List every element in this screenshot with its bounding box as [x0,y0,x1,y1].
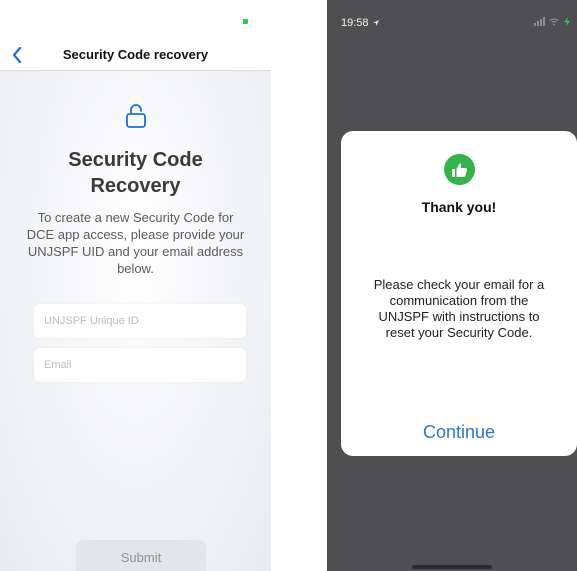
navigation-bar: Security Code recovery [0,40,271,71]
back-button[interactable] [8,45,26,65]
nav-title: Security Code recovery [62,47,209,62]
unlock-icon [126,103,146,129]
chevron-left-icon [12,47,22,63]
status-icons [534,16,571,26]
page-title: Security Code Recovery [68,149,203,197]
status-time: 19:58 [341,17,380,29]
dialog-message: Please check your email for a communicat… [373,277,545,340]
home-indicator [412,565,492,569]
submit-button[interactable]: Submit [76,540,206,571]
dialog-title: Thank you! [421,199,497,215]
status-bar [0,0,271,40]
email-input[interactable] [34,348,246,382]
battery-charging-icon [564,16,570,26]
location-arrow-icon [372,20,379,27]
thank-you-screen: 19:58 Thank you! Please check your email… [327,0,577,571]
clock-time: 19:58 [341,17,369,29]
status-bar: 19:58 [327,0,577,40]
unique-id-input[interactable] [34,304,246,338]
security-code-recovery-screen: Security Code recovery Security Code Rec… [0,0,271,571]
continue-button[interactable]: Continue [341,421,577,444]
confirmation-dialog: Thank you! Please check your email for a… [341,131,577,456]
instructions-text: To create a new Security Code for DCE ap… [26,210,245,276]
thumbs-up-icon [444,154,475,185]
wifi-icon [549,17,559,25]
signal-icon [534,16,545,26]
battery-icon [243,19,248,24]
recovery-form: Security Code Recovery To create a new S… [0,71,271,571]
